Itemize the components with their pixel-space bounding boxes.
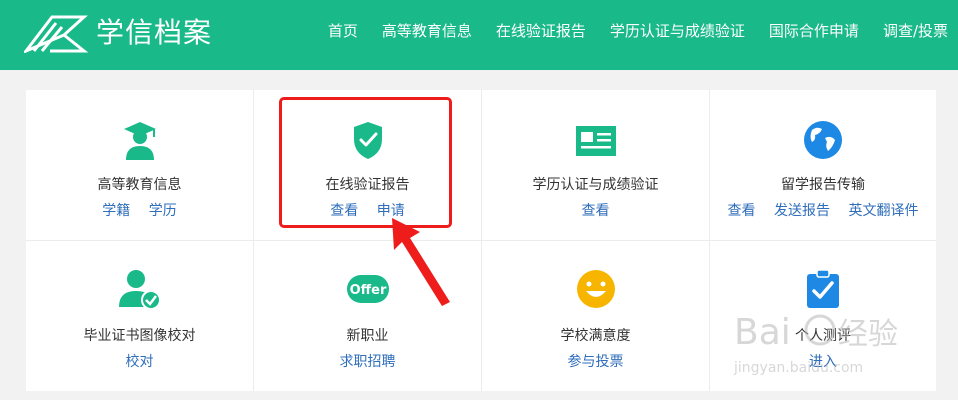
smiley-icon (576, 270, 615, 308)
baidu-watermark: Bai 经验 jingyan.baidu.com (733, 312, 898, 376)
nav-degree-certification[interactable]: 学历认证与成绩验证 (610, 20, 745, 41)
link-send-report[interactable]: 发送报告 (774, 203, 830, 219)
link-proofread[interactable]: 校对 (126, 354, 154, 370)
id-card-icon (575, 126, 616, 156)
link-degree[interactable]: 学历 (149, 203, 177, 219)
card-higher-education: 高等教育信息 学籍 学历 (26, 90, 254, 241)
card-title: 留学报告传输 (781, 177, 865, 193)
svg-text:Bai: Bai (734, 312, 791, 353)
globe-icon (804, 121, 842, 159)
link-english-translation[interactable]: 英文翻译件 (848, 203, 918, 219)
xuexin-logo-icon[interactable] (24, 13, 88, 53)
svg-text:jingyan.baidu.com: jingyan.baidu.com (733, 360, 863, 376)
svg-text:经验: 经验 (838, 317, 898, 352)
link-view-certification[interactable]: 查看 (582, 203, 610, 219)
card-title: 新职业 (346, 328, 389, 344)
link-job-recruitment[interactable]: 求职招聘 (340, 354, 396, 370)
nav-higher-education[interactable]: 高等教育信息 (382, 20, 472, 41)
nav-home[interactable]: 首页 (328, 20, 358, 41)
red-arrow-annotation (392, 218, 450, 306)
link-student-status[interactable]: 学籍 (102, 203, 130, 219)
nav-survey[interactable]: 调查/投票 (883, 20, 948, 41)
card-title: 学校满意度 (560, 328, 631, 344)
card-certificate-proofread: 毕业证书图像校对 校对 (26, 241, 254, 391)
top-header: 学信档案 首页 高等教育信息 在线验证报告 学历认证与成绩验证 国际合作申请 调… (0, 0, 958, 70)
main-nav: 首页 高等教育信息 在线验证报告 学历认证与成绩验证 国际合作申请 调查/投票 (304, 0, 958, 60)
card-title: 学历认证与成绩验证 (532, 177, 659, 193)
paw-icon (804, 314, 836, 346)
card-title: 毕业证书图像校对 (83, 328, 196, 344)
link-view-transfer[interactable]: 查看 (728, 203, 756, 219)
card-degree-certification: 学历认证与成绩验证 查看 (482, 90, 710, 241)
nav-international[interactable]: 国际合作申请 (769, 20, 859, 41)
highlight-box (279, 97, 452, 228)
brand-title[interactable]: 学信档案 (96, 14, 212, 52)
link-vote[interactable]: 参与投票 (568, 354, 624, 370)
nav-online-verification[interactable]: 在线验证报告 (496, 20, 586, 41)
user-verified-icon (118, 270, 161, 309)
graduate-icon (123, 122, 156, 160)
card-title: 高等教育信息 (97, 177, 182, 193)
card-study-abroad: 留学报告传输 查看 发送报告 英文翻译件 (710, 90, 936, 241)
card-school-satisfaction: 学校满意度 参与投票 (482, 241, 710, 391)
